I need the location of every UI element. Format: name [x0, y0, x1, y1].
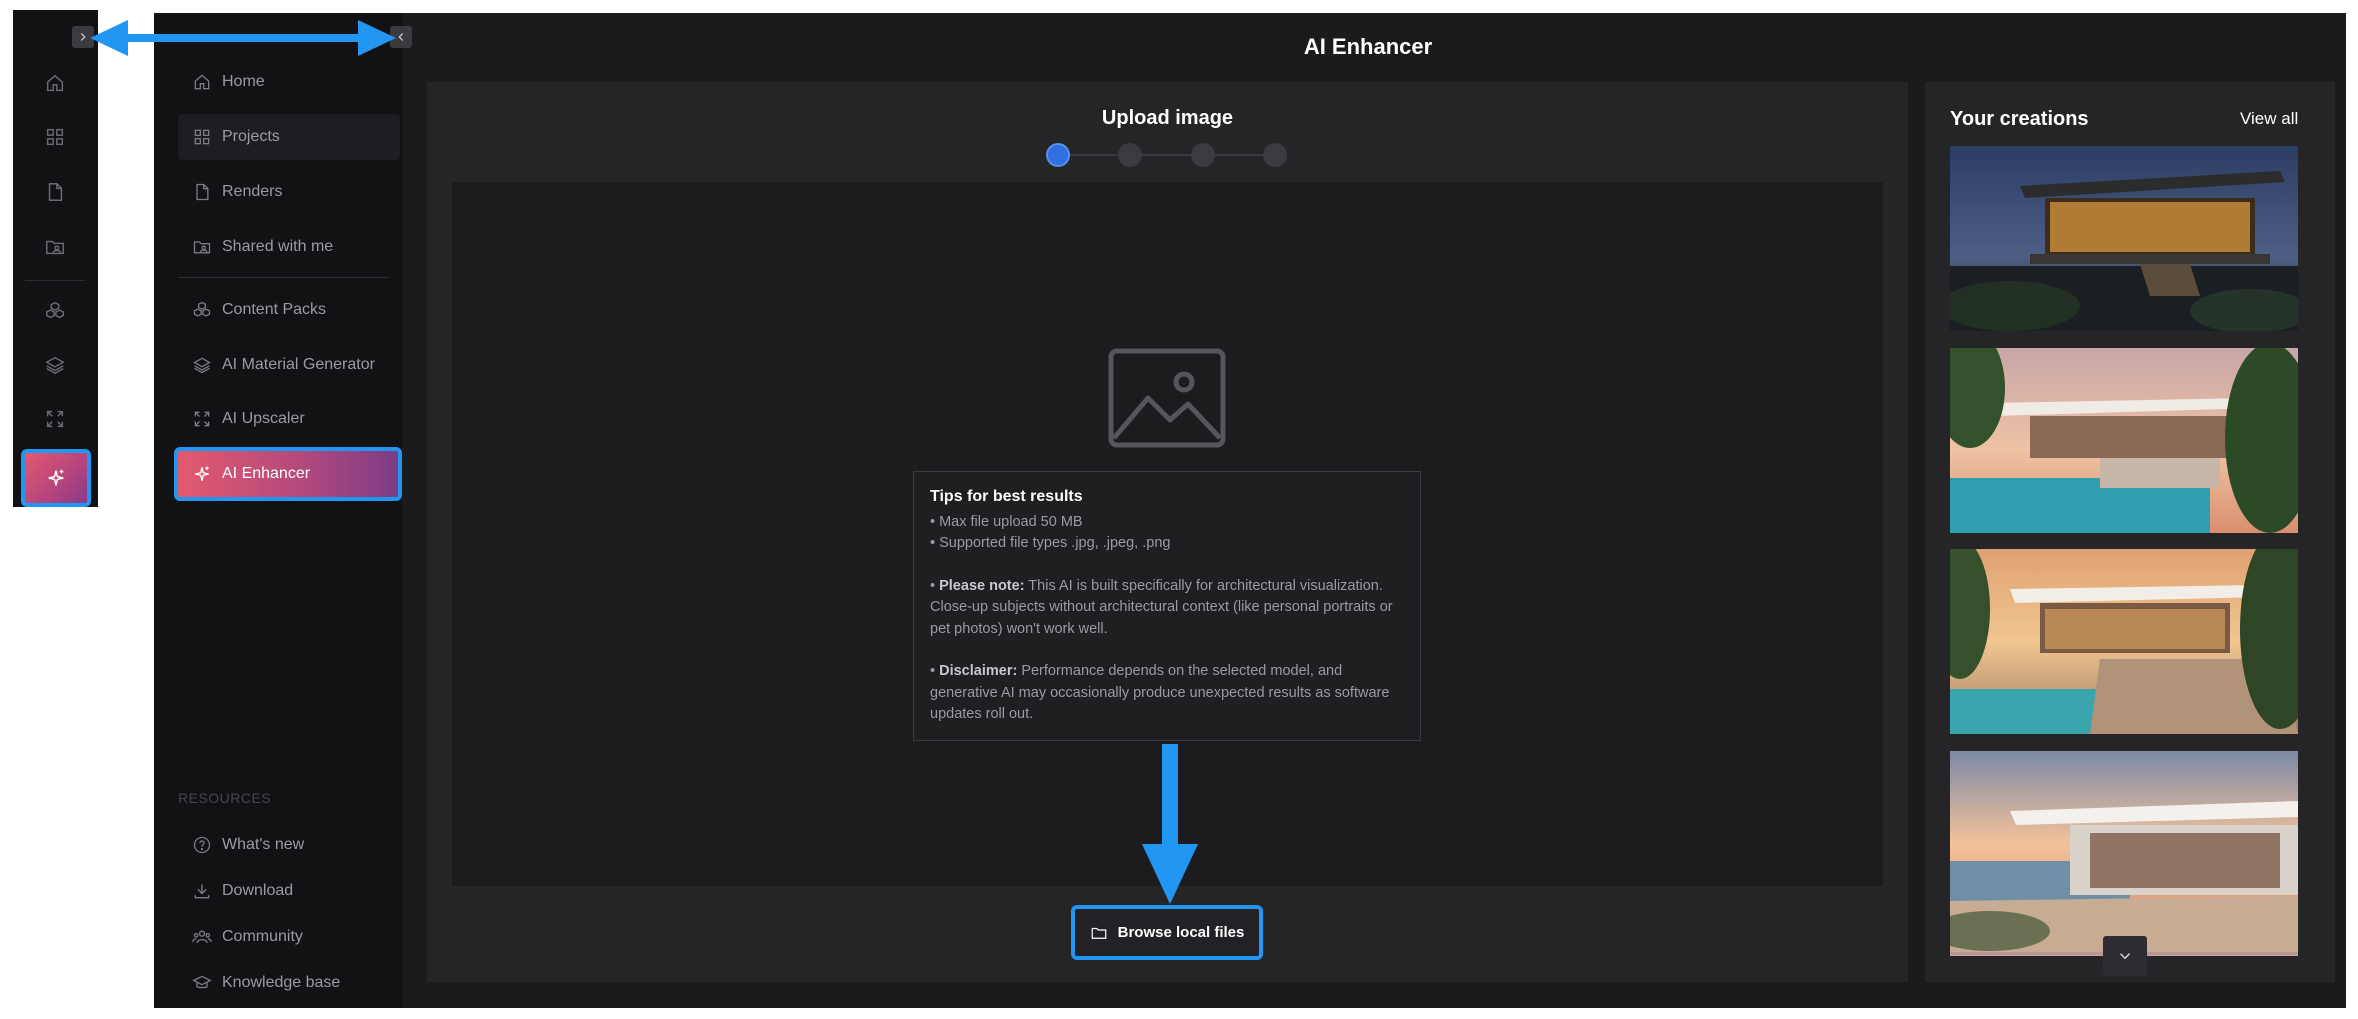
view-all-link[interactable]: View all	[2240, 109, 2298, 129]
chevron-left-icon	[398, 33, 404, 41]
sidebar-item-projects[interactable]: Projects	[178, 114, 400, 160]
rail-sparkle-icon-active[interactable]	[21, 449, 91, 507]
stepper-track	[1060, 154, 1280, 156]
upload-step-title: Upload image	[1101, 107, 1234, 129]
rail-grid-icon[interactable]	[40, 122, 70, 152]
sidebar-item-label: Knowledge base	[222, 974, 341, 991]
tips-title: Tips for best results	[930, 488, 1083, 505]
sidebar-item-label: AI Enhancer	[222, 465, 311, 482]
expand-icon	[194, 411, 210, 427]
scroll-down-button[interactable]	[2103, 936, 2147, 976]
rail-cubes-icon[interactable]	[40, 296, 70, 326]
chevron-right-icon	[80, 33, 86, 41]
community-icon	[192, 930, 212, 944]
sidebar-item-label: AI Material Generator	[222, 356, 375, 373]
sidebar-item-community[interactable]: Community	[178, 914, 400, 960]
creation-thumbnail[interactable]	[1950, 348, 2298, 533]
note-label: Please note:	[939, 577, 1025, 594]
step-3-indicator	[1191, 143, 1215, 167]
rail-shared-folder-icon[interactable]	[40, 232, 70, 262]
progress-stepper	[1040, 142, 1300, 168]
folder-icon	[1091, 927, 1106, 939]
question-icon	[193, 836, 211, 854]
sidebar-item-label: Home	[222, 73, 265, 90]
sidebar-item-label: Projects	[222, 128, 280, 145]
creation-thumbnail[interactable]	[1950, 549, 2298, 734]
chevron-down-icon	[2119, 953, 2131, 960]
step-2-indicator	[1118, 143, 1142, 167]
sidebar-item-ai-upscaler[interactable]: AI Upscaler	[178, 396, 400, 442]
sunset-pool-house-thumbnail	[1950, 348, 2298, 533]
graduation-cap-icon	[192, 975, 212, 989]
step-1-indicator	[1046, 143, 1070, 167]
sidebar-item-ai-enhancer[interactable]: AI Enhancer	[174, 447, 402, 501]
creation-thumbnail[interactable]	[1950, 751, 2298, 956]
shared-folder-icon	[193, 241, 211, 254]
resources-heading: RESOURCES	[178, 790, 272, 806]
sidebar-item-whats-new[interactable]: What's new	[178, 822, 400, 868]
tip-note: • Please note: This AI is built specific…	[930, 577, 1393, 637]
sidebar-item-label: Download	[222, 882, 294, 899]
sidebar-divider	[178, 277, 389, 278]
rail-home-icon[interactable]	[40, 68, 70, 98]
sparkle-icon	[195, 466, 209, 481]
sidebar-item-content-packs[interactable]: Content Packs	[178, 287, 400, 333]
file-icon	[196, 183, 209, 201]
cubes-icon	[193, 301, 211, 317]
sidebar-item-download[interactable]: Download	[178, 868, 400, 914]
tip-disclaimer: • Disclaimer: Performance depends on the…	[930, 663, 1390, 722]
sidebar-item-renders[interactable]: Renders	[178, 169, 400, 215]
browse-button-label: Browse local files	[1117, 924, 1245, 941]
dusk-pool-house-thumbnail	[1950, 549, 2298, 734]
tip-max-size: • Max file upload 50 MB	[930, 513, 1083, 530]
rail-file-icon[interactable]	[40, 177, 70, 207]
sidebar-item-label: Shared with me	[222, 238, 334, 255]
step-4-indicator	[1263, 143, 1287, 167]
sidebar-item-label: What's new	[222, 836, 305, 853]
sidebar-item-label: AI Upscaler	[222, 410, 305, 427]
sidebar-item-label: Community	[222, 928, 303, 945]
rail-expand-icon[interactable]	[40, 404, 70, 434]
image-placeholder-icon	[1108, 348, 1226, 448]
disclaimer-label: Disclaimer:	[939, 663, 1018, 679]
layers-icon	[193, 357, 211, 374]
tips-box: Tips for best results • Max file upload …	[913, 471, 1421, 741]
sidebar-item-knowledge-base[interactable]: Knowledge base	[178, 960, 400, 1006]
home-icon	[194, 74, 210, 90]
creation-thumbnail[interactable]	[1950, 146, 2298, 331]
collapsed-nav-rail	[13, 10, 98, 507]
rail-expand-toggle[interactable]	[72, 26, 94, 48]
rail-divider	[25, 280, 85, 281]
sidebar-item-shared-with-me[interactable]: Shared with me	[178, 224, 400, 270]
sidebar-collapse-toggle[interactable]	[390, 26, 412, 48]
tip-file-types: • Supported file types .jpg, .jpeg, .png	[930, 535, 1171, 551]
grid-icon	[194, 129, 210, 145]
creations-title: Your creations	[1950, 108, 2089, 130]
sidebar-item-ai-material-generator[interactable]: AI Material Generator	[178, 342, 400, 388]
page-title: AI Enhancer	[1303, 34, 1433, 59]
sidebar-item-home[interactable]: Home	[178, 59, 400, 105]
sidebar-item-label: Content Packs	[222, 301, 327, 318]
download-icon	[194, 884, 210, 899]
browse-local-files-button[interactable]: Browse local files	[1071, 905, 1263, 960]
sidebar-item-label: Renders	[222, 183, 283, 200]
coastal-house-thumbnail	[1950, 751, 2298, 956]
rail-layers-icon[interactable]	[40, 350, 70, 380]
night-house-thumbnail	[1950, 146, 2298, 331]
